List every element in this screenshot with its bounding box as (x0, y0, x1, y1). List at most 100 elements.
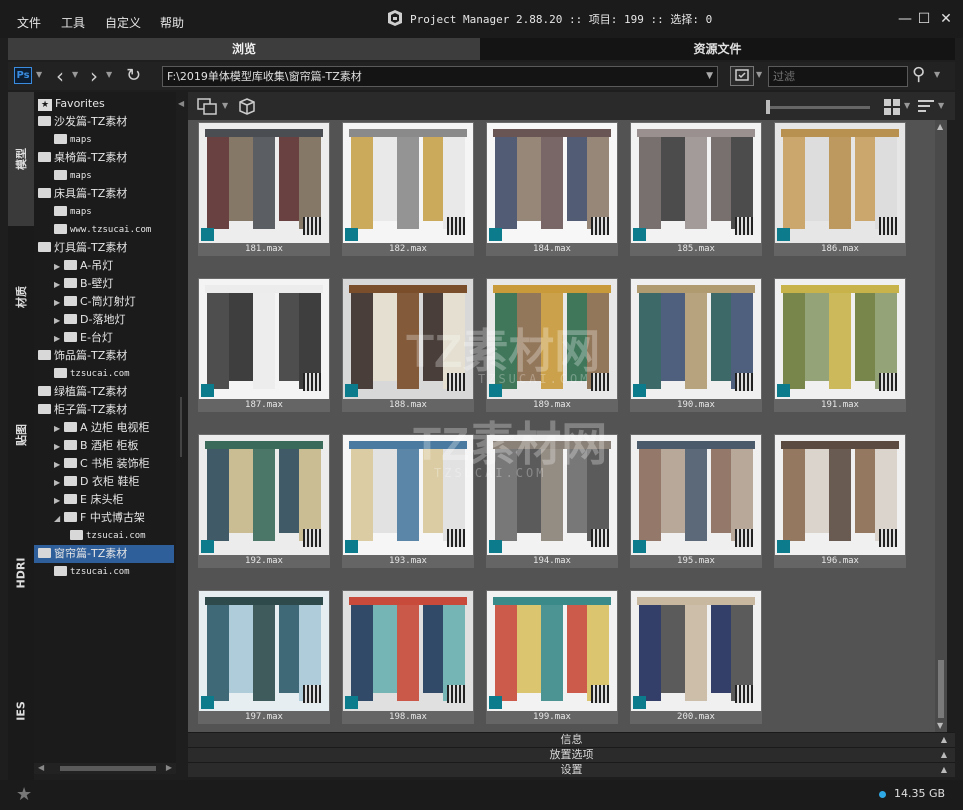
asset-card[interactable]: 199.max (486, 590, 618, 724)
asset-card[interactable]: 187.max (198, 278, 330, 412)
asset-card[interactable]: 198.max (342, 590, 474, 724)
grid-view-icon[interactable] (884, 99, 900, 115)
tree-item[interactable]: 饰品篇-TZ素材 (38, 347, 127, 365)
close-icon[interactable]: ✕ (935, 9, 957, 29)
menu-file[interactable]: 文件 (17, 14, 41, 31)
asset-card[interactable]: 184.max (486, 122, 618, 256)
sort-dropdown-icon[interactable]: ▼ (938, 101, 944, 110)
expand-arrow-icon[interactable]: ▶ (54, 330, 64, 348)
panel-info[interactable]: 信息 ▲ (188, 732, 955, 747)
vtab-models[interactable]: 模型 (8, 92, 34, 226)
refresh-icon[interactable]: ↻ (126, 65, 141, 86)
tree-item[interactable]: ▶ E-台灯 (54, 329, 113, 347)
scroll-up-icon[interactable]: ▲ (937, 122, 943, 131)
asset-card[interactable]: 191.max (774, 278, 906, 412)
tree-item[interactable]: ▶ D-落地灯 (54, 311, 125, 329)
back-arrow-icon[interactable]: ‹ (56, 64, 64, 88)
asset-card[interactable]: 197.max (198, 590, 330, 724)
panel-placement-options[interactable]: 放置选项 ▲ (188, 747, 955, 762)
expand-arrow-icon[interactable]: ▶ (54, 456, 64, 474)
asset-card[interactable]: 185.max (630, 122, 762, 256)
tree-item[interactable]: www.tzsucai.com (54, 221, 151, 239)
sync-dropdown-icon[interactable]: ▼ (222, 101, 228, 110)
menu-tools[interactable]: 工具 (61, 14, 85, 31)
back-dropdown-icon[interactable]: ▼ (72, 70, 78, 79)
filter-toggle-icon[interactable] (730, 66, 754, 86)
tree-item[interactable]: 桌椅篇-TZ素材 (38, 149, 127, 167)
tree-item[interactable]: 绿植篇-TZ素材 (38, 383, 127, 401)
tree-item[interactable]: ★ Favorites (38, 95, 105, 113)
filter-dropdown-icon[interactable]: ▼ (756, 70, 762, 79)
tree-item[interactable]: ▶ B-壁灯 (54, 275, 114, 293)
sort-icon[interactable] (918, 99, 936, 115)
grid-scroll-thumb[interactable] (938, 660, 944, 718)
favorites-star-icon[interactable]: ★ (16, 784, 32, 805)
vtab-hdri[interactable]: HDRI (8, 506, 34, 640)
search-icon[interactable]: ⚲ (912, 64, 925, 85)
asset-card[interactable]: 192.max (198, 434, 330, 568)
tree-item[interactable]: 床具篇-TZ素材 (38, 185, 127, 203)
tree-item[interactable]: ▶ C-筒灯射灯 (54, 293, 136, 311)
vtab-ies[interactable]: IES (8, 644, 34, 778)
tree-item[interactable]: tzsucai.com (70, 527, 146, 545)
path-combobox[interactable]: F:\2019单体模型库收集\窗帘篇-TZ素材 ▼ (162, 66, 718, 87)
collapse-arrow-icon[interactable]: ◢ (54, 510, 64, 528)
package-icon[interactable] (236, 96, 258, 116)
maximize-icon[interactable]: ☐ (913, 9, 935, 29)
tree-item[interactable]: 柜子篇-TZ素材 (38, 401, 127, 419)
photoshop-icon[interactable]: Ps (14, 67, 32, 84)
panel-splitter[interactable] (176, 92, 186, 774)
asset-card[interactable]: 182.max (342, 122, 474, 256)
expand-arrow-icon[interactable]: ▶ (54, 420, 64, 438)
tree-item[interactable]: ▶ C 书柜 装饰柜 (54, 455, 150, 473)
expand-arrow-icon[interactable]: ▶ (54, 312, 64, 330)
tree-item[interactable]: tzsucai.com (54, 365, 130, 383)
tree-item[interactable]: ▶ D 衣柜 鞋柜 (54, 473, 139, 491)
menu-help[interactable]: 帮助 (160, 14, 184, 31)
expand-arrow-icon[interactable]: ▶ (54, 258, 64, 276)
expand-arrow-icon[interactable]: ▶ (54, 438, 64, 456)
thumbnail-size-slider[interactable] (768, 106, 870, 109)
expand-arrow-icon[interactable]: ▶ (54, 276, 64, 294)
tree-item[interactable]: 窗帘篇-TZ素材 (34, 545, 174, 563)
forward-dropdown-icon[interactable]: ▼ (106, 70, 112, 79)
app-dropdown-icon[interactable]: ▼ (36, 70, 42, 79)
expand-arrow-icon[interactable]: ▶ (54, 492, 64, 510)
grid-vertical-scrollbar[interactable]: ▲ ▼ (935, 120, 947, 732)
tree-horizontal-scrollbar[interactable]: ◀ ▶ (34, 763, 176, 774)
tree-scroll-thumb[interactable] (60, 766, 156, 771)
forward-arrow-icon[interactable]: › (90, 64, 98, 88)
tree-item[interactable]: ▶ E 床头柜 (54, 491, 123, 509)
panel-settings[interactable]: 设置 ▲ (188, 762, 955, 777)
tree-item[interactable]: maps (54, 203, 92, 221)
tree-item[interactable]: tzsucai.com (54, 563, 130, 581)
scroll-left-icon[interactable]: ◀ (38, 763, 44, 772)
vtab-maps[interactable]: 贴图 (8, 368, 34, 502)
asset-card[interactable]: 186.max (774, 122, 906, 256)
tree-item[interactable]: 沙发篇-TZ素材 (38, 113, 127, 131)
sync-icon[interactable] (196, 96, 218, 116)
tab-asset-files[interactable]: 资源文件 (480, 38, 955, 60)
scroll-down-icon[interactable]: ▼ (937, 721, 943, 730)
asset-card[interactable]: 190.max (630, 278, 762, 412)
view-dropdown-icon[interactable]: ▼ (904, 101, 910, 110)
asset-card[interactable]: 196.max (774, 434, 906, 568)
tree-item[interactable]: ▶ A 边柜 电视柜 (54, 419, 150, 437)
asset-card[interactable]: 195.max (630, 434, 762, 568)
tab-browse[interactable]: 浏览 (8, 38, 480, 60)
tree-item[interactable]: 灯具篇-TZ素材 (38, 239, 127, 257)
slider-handle[interactable] (766, 100, 770, 114)
search-dropdown-icon[interactable]: ▼ (934, 70, 940, 79)
tree-item[interactable]: maps (54, 167, 92, 185)
filter-input[interactable] (768, 66, 908, 87)
tree-item[interactable]: maps (54, 131, 92, 149)
path-dropdown-icon[interactable]: ▼ (706, 67, 713, 86)
scroll-right-icon[interactable]: ▶ (166, 763, 172, 772)
expand-arrow-icon[interactable]: ▶ (54, 474, 64, 492)
expand-arrow-icon[interactable]: ▶ (54, 294, 64, 312)
tree-item[interactable]: ◢ F 中式博古架 (54, 509, 145, 527)
tree-item[interactable]: ▶ A-吊灯 (54, 257, 113, 275)
asset-card[interactable]: 200.max (630, 590, 762, 724)
asset-card[interactable]: 181.max (198, 122, 330, 256)
tree-item[interactable]: ▶ B 酒柜 柜板 (54, 437, 139, 455)
